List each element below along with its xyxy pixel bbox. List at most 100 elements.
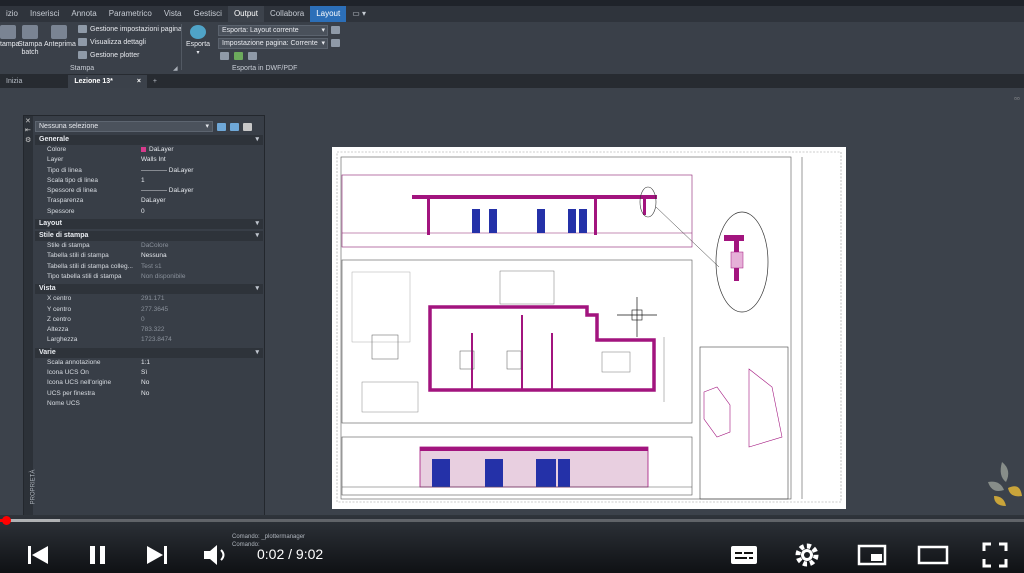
page-setup-select[interactable]: Impostazione pagina: Corrente ▾ bbox=[218, 38, 328, 49]
add-tab-button[interactable]: + bbox=[147, 75, 163, 88]
property-value[interactable]: Test s1 bbox=[141, 262, 263, 272]
property-row[interactable]: Scala tipo di linea 1 bbox=[35, 176, 263, 186]
property-row[interactable]: Icona UCS On Sì bbox=[35, 368, 263, 378]
quick-select-icon[interactable] bbox=[243, 122, 252, 131]
property-value[interactable] bbox=[141, 399, 263, 409]
property-row[interactable]: Tabella stili di stampa colleg... Test s1 bbox=[35, 262, 263, 272]
property-value[interactable]: Non disponibile bbox=[141, 272, 263, 282]
tab-parametric[interactable]: Parametrico bbox=[103, 6, 158, 22]
page-setup-manager-button[interactable]: Gestione impostazioni pagina bbox=[78, 25, 182, 33]
section-header[interactable]: Generale bbox=[35, 135, 263, 145]
property-value[interactable]: DaLayer bbox=[141, 196, 263, 206]
section-header[interactable]: Varie bbox=[35, 347, 263, 358]
property-row[interactable]: X centro 291.171 bbox=[35, 294, 263, 304]
tab-collaborate[interactable]: Collabora bbox=[264, 6, 310, 22]
property-row[interactable]: Z centro 0 bbox=[35, 315, 263, 325]
property-value[interactable]: 1 bbox=[141, 176, 263, 186]
property-value[interactable]: Walls Int bbox=[141, 155, 263, 165]
property-row[interactable]: Altezza 783.322 bbox=[35, 325, 263, 335]
property-value[interactable]: 1723.8474 bbox=[141, 335, 263, 345]
property-row[interactable]: Larghezza 1723.8474 bbox=[35, 335, 263, 345]
palette-settings-icon[interactable]: ⚙ bbox=[25, 136, 31, 144]
tab-home[interactable]: izio bbox=[0, 6, 24, 22]
viewport-controls[interactable]: ▫▫ bbox=[1014, 94, 1020, 103]
next-icon[interactable] bbox=[145, 544, 169, 566]
property-value[interactable]: No bbox=[141, 378, 263, 388]
close-icon[interactable]: × bbox=[137, 78, 141, 85]
theater-mode-icon[interactable] bbox=[916, 543, 950, 567]
tab-insert[interactable]: Inserisci bbox=[24, 6, 65, 22]
property-row[interactable]: Tipo tabella stili di stampa Non disponib… bbox=[35, 272, 263, 282]
batch-label-2: batch bbox=[21, 49, 39, 56]
property-value[interactable]: 783.322 bbox=[141, 325, 263, 335]
property-value[interactable]: ———— DaLayer bbox=[141, 166, 263, 176]
video-progress-bar[interactable] bbox=[0, 516, 1024, 525]
tab-manage[interactable]: Gestisci bbox=[187, 6, 227, 22]
export-layout-select[interactable]: Esporta: Layout corrente ▾ bbox=[218, 25, 328, 36]
scrubber-handle[interactable] bbox=[2, 516, 11, 525]
export-options-icon[interactable] bbox=[331, 26, 340, 34]
view-details-button[interactable]: Visualizza dettagli bbox=[78, 38, 146, 46]
chevron-down-icon: ▾ bbox=[205, 123, 209, 130]
property-section: VistaX centro291.171Y centro277.3645Z ce… bbox=[35, 284, 263, 345]
layout-paper-sheet[interactable] bbox=[332, 147, 846, 509]
property-value[interactable]: 0 bbox=[141, 315, 263, 325]
property-row[interactable]: Scala annotazione 1:1 bbox=[35, 358, 263, 368]
tab-current-drawing[interactable]: Lezione 13* × bbox=[68, 75, 147, 88]
property-row[interactable]: Stile di stampa DaColore bbox=[35, 241, 263, 251]
publish-icon[interactable] bbox=[220, 52, 229, 60]
property-row[interactable]: Trasparenza DaLayer bbox=[35, 196, 263, 206]
property-row[interactable]: Nome UCS bbox=[35, 399, 263, 409]
property-row[interactable]: Spessore di linea ———— DaLayer bbox=[35, 186, 263, 196]
fullscreen-icon[interactable] bbox=[981, 541, 1009, 569]
page-setup-options-icon[interactable] bbox=[331, 39, 340, 47]
select-objects-icon[interactable] bbox=[230, 122, 239, 131]
close-icon[interactable]: ✕ bbox=[25, 117, 31, 125]
plotter-manager-button[interactable]: Gestione plotter bbox=[78, 51, 139, 59]
section-header[interactable]: Vista bbox=[35, 284, 263, 295]
property-row[interactable]: Icona UCS nell'origine No bbox=[35, 378, 263, 388]
property-row[interactable]: Spessore 0 bbox=[35, 207, 263, 217]
property-row[interactable]: Tipo di linea ———— DaLayer bbox=[35, 166, 263, 176]
preview-button[interactable]: Anteprima bbox=[44, 25, 76, 49]
preview-pdf-icon[interactable] bbox=[234, 52, 243, 60]
property-row[interactable]: UCS per finestra No bbox=[35, 389, 263, 399]
tab-annotate[interactable]: Annota bbox=[65, 6, 102, 22]
property-value[interactable]: DaLayer bbox=[141, 145, 263, 155]
volume-icon[interactable] bbox=[202, 543, 232, 567]
property-value[interactable]: Nessuna bbox=[141, 251, 263, 261]
group-expand-icon[interactable]: ◢ bbox=[173, 65, 178, 72]
miniplayer-icon[interactable] bbox=[856, 543, 888, 567]
property-value[interactable]: Sì bbox=[141, 368, 263, 378]
pause-icon[interactable] bbox=[88, 544, 108, 566]
section-header[interactable]: Stile di stampa bbox=[35, 231, 263, 242]
property-row[interactable]: Layer Walls Int bbox=[35, 155, 263, 165]
property-value[interactable]: ———— DaLayer bbox=[141, 186, 263, 196]
settings-gear-icon[interactable] bbox=[793, 542, 821, 568]
property-value[interactable]: 1:1 bbox=[141, 358, 263, 368]
group-label-print: Stampa bbox=[70, 65, 95, 72]
batch-plot-button[interactable]: Stampa batch bbox=[18, 25, 42, 57]
previous-icon[interactable] bbox=[26, 544, 50, 566]
tab-view[interactable]: Vista bbox=[158, 6, 188, 22]
tab-start[interactable]: Inizia bbox=[0, 75, 28, 88]
property-value[interactable]: 0 bbox=[141, 207, 263, 217]
property-value[interactable]: No bbox=[141, 389, 263, 399]
toggle-pickadd-icon[interactable] bbox=[217, 122, 226, 131]
property-value[interactable]: 291.171 bbox=[141, 294, 263, 304]
plot-button[interactable]: tampa bbox=[0, 25, 19, 49]
property-row[interactable]: Tabella stili di stampa Nessuna bbox=[35, 251, 263, 261]
autohide-icon[interactable]: ⇤ bbox=[25, 126, 31, 134]
property-value[interactable]: 277.3645 bbox=[141, 305, 263, 315]
tab-overflow[interactable]: ▭ ▾ bbox=[346, 6, 372, 22]
tab-layout[interactable]: Layout bbox=[310, 6, 347, 22]
section-header[interactable]: Layout bbox=[35, 219, 263, 230]
selection-dropdown[interactable]: Nessuna selezione ▾ bbox=[35, 121, 213, 132]
export-button[interactable]: Esporta ▾ bbox=[185, 25, 211, 57]
tab-output[interactable]: Output bbox=[227, 6, 264, 22]
property-row[interactable]: Colore DaLayer bbox=[35, 145, 263, 155]
subtitles-icon[interactable] bbox=[729, 543, 759, 567]
options-icon[interactable] bbox=[248, 52, 257, 60]
property-value[interactable]: DaColore bbox=[141, 241, 263, 251]
property-row[interactable]: Y centro 277.3645 bbox=[35, 305, 263, 315]
